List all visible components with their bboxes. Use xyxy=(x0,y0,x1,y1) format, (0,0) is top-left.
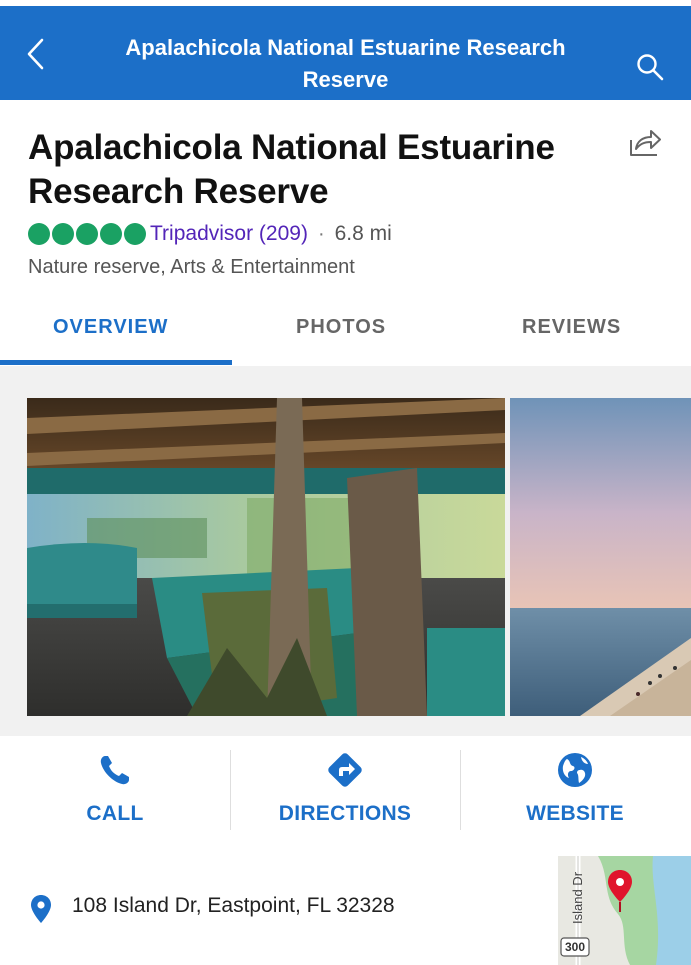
tab-reviews[interactable]: REVIEWS xyxy=(522,316,621,339)
mini-map[interactable]: Island Dr 300 xyxy=(558,856,691,965)
address-text[interactable]: 108 Island Dr, Eastpoint, FL 32328 xyxy=(72,894,395,918)
rating-bubble xyxy=(28,223,50,245)
active-tab-indicator xyxy=(0,360,232,365)
place-title: Apalachicola National Estuarine Research… xyxy=(28,128,555,211)
action-bar: CALL DIRECTIONS WEBSITE xyxy=(0,736,691,857)
map-street-label: Island Dr xyxy=(570,871,585,924)
rating-bubble xyxy=(100,223,122,245)
map-route-label: 300 xyxy=(565,940,585,954)
directions-label: DIRECTIONS xyxy=(278,802,412,825)
map-thumbnail: Island Dr 300 xyxy=(558,856,691,965)
rating-bubble xyxy=(52,223,74,245)
website-button[interactable]: WEBSITE xyxy=(460,736,690,856)
beach-photo-image xyxy=(510,398,691,716)
share-icon[interactable] xyxy=(627,124,663,160)
call-label: CALL xyxy=(86,802,144,825)
tab-bar: OVERVIEW PHOTOS REVIEWS xyxy=(0,300,691,367)
top-app-bar: Apalachicola National Estuarine Research… xyxy=(0,6,691,100)
location-pin-icon xyxy=(31,895,51,923)
tripadvisor-reviews-link[interactable]: Tripadvisor (209) xyxy=(150,222,308,246)
photo-beach[interactable] xyxy=(510,398,691,716)
header-title: Apalachicola National Estuarine Research… xyxy=(125,35,566,92)
rating-bubble xyxy=(76,223,98,245)
chevron-left-icon[interactable] xyxy=(22,36,52,72)
phone-icon xyxy=(100,756,129,785)
photo-exhibit-hall[interactable] xyxy=(27,398,505,716)
tab-photos[interactable]: PHOTOS xyxy=(296,316,386,339)
rating-row: Tripadvisor (209) · 6.8 mi xyxy=(28,220,392,248)
separator-dot: · xyxy=(317,222,325,245)
directions-button[interactable]: DIRECTIONS xyxy=(230,736,460,856)
place-header: Apalachicola National Estuarine Research… xyxy=(28,126,608,214)
distance: 6.8 mi xyxy=(334,222,392,245)
tab-overview[interactable]: OVERVIEW xyxy=(53,316,168,339)
search-icon[interactable] xyxy=(635,52,665,82)
call-button[interactable]: CALL xyxy=(0,736,230,856)
exhibit-photo-image xyxy=(27,398,505,716)
rating-bubble xyxy=(124,223,146,245)
website-label: WEBSITE xyxy=(526,802,624,825)
rating-bubbles xyxy=(28,223,148,245)
globe-icon xyxy=(558,753,592,787)
place-category: Nature reserve, Arts & Entertainment xyxy=(28,256,355,278)
directions-icon xyxy=(328,753,362,787)
